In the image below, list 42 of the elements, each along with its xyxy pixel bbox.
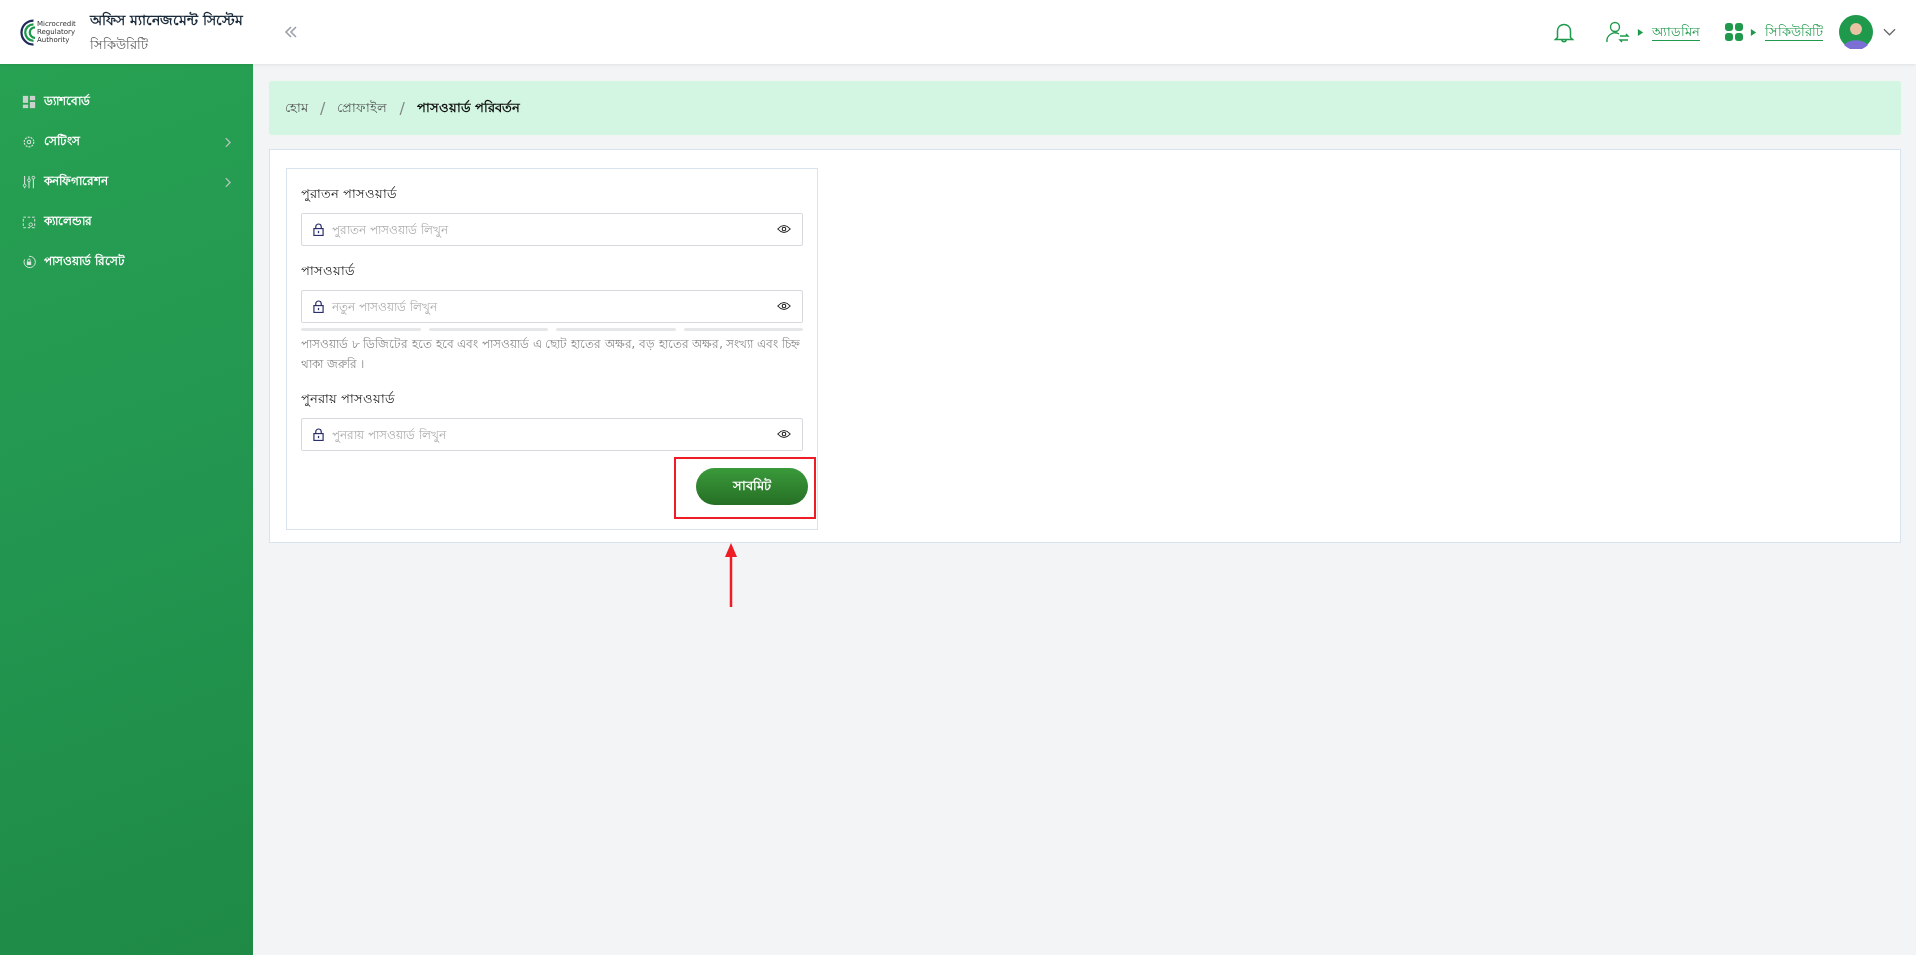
avatar-icon[interactable]: [1839, 15, 1873, 49]
password-field[interactable]: পুনরায় পাসওয়ার্ড লিখুন: [301, 418, 803, 451]
annotation-arrow: [724, 543, 738, 607]
field-label: পুনরায় পাসওয়ার্ড: [301, 390, 396, 409]
caret-icon: [1750, 27, 1757, 37]
lock-icon: [313, 300, 324, 313]
app-title: অফিস ম্যানেজমেন্ট সিস্টেম: [89, 10, 243, 30]
sidebar-item[interactable]: ক্যালেন্ডার: [0, 202, 253, 242]
breadcrumb-separator: /: [320, 98, 326, 118]
breadcrumb-link[interactable]: হোম: [285, 97, 308, 119]
role-link[interactable]: অ্যাডমিন: [1652, 21, 1700, 43]
field-label: পুরাতন পাসওয়ার্ড: [301, 185, 398, 204]
chevron-down-icon[interactable]: [1883, 28, 1896, 36]
sidebar-item[interactable]: ড্যাশবোর্ড: [0, 82, 253, 122]
sidebar-item[interactable]: পাসওয়ার্ড রিসেট: [0, 242, 253, 282]
password-field[interactable]: পুরাতন পাসওয়ার্ড লিখুন: [301, 213, 803, 246]
show-password-icon[interactable]: [777, 429, 791, 439]
breadcrumb-separator: /: [399, 98, 405, 118]
caret-icon: [1637, 27, 1644, 37]
user-switch-icon[interactable]: [1605, 19, 1631, 45]
show-password-icon[interactable]: [777, 301, 791, 311]
show-password-icon[interactable]: [777, 224, 791, 234]
breadcrumb-link[interactable]: প্রোফাইল: [337, 97, 388, 119]
calendar-icon: [22, 215, 36, 229]
logo-icon: [20, 18, 35, 46]
settings-icon: [22, 135, 36, 149]
grid-icon[interactable]: [1724, 22, 1744, 42]
sidebar-item[interactable]: কনফিগারেশন: [0, 162, 253, 202]
module-subtitle: সিকিউরিটি: [89, 35, 149, 54]
breadcrumb-link[interactable]: পাসওয়ার্ড পরিবর্তন: [416, 97, 521, 119]
lock-icon: [313, 428, 324, 441]
collapse-icon[interactable]: [282, 24, 299, 40]
submit-button[interactable]: সাবমিট: [696, 468, 808, 505]
password-field[interactable]: নতুন পাসওয়ার্ড লিখুন: [301, 290, 803, 323]
field-label: পাসওয়ার্ড: [301, 262, 356, 280]
password-hint: পাসওয়ার্ড ৮ ডিজিটের হতে হবে এবং পাসওয়ার্ড এ ছোট হাতের অক্ষর, বড় হাতের অক্ষর, সংখ্যা এবং চিহ্ন থাকা জরুরি ।: [301, 336, 801, 373]
lock-reset-icon: [22, 255, 36, 269]
dashboard-icon: [22, 95, 36, 109]
sidebar-item[interactable]: সেটিংস: [0, 122, 253, 162]
lock-icon: [313, 223, 324, 236]
module-link[interactable]: সিকিউরিটি: [1765, 21, 1823, 43]
sliders-icon: [22, 175, 36, 189]
